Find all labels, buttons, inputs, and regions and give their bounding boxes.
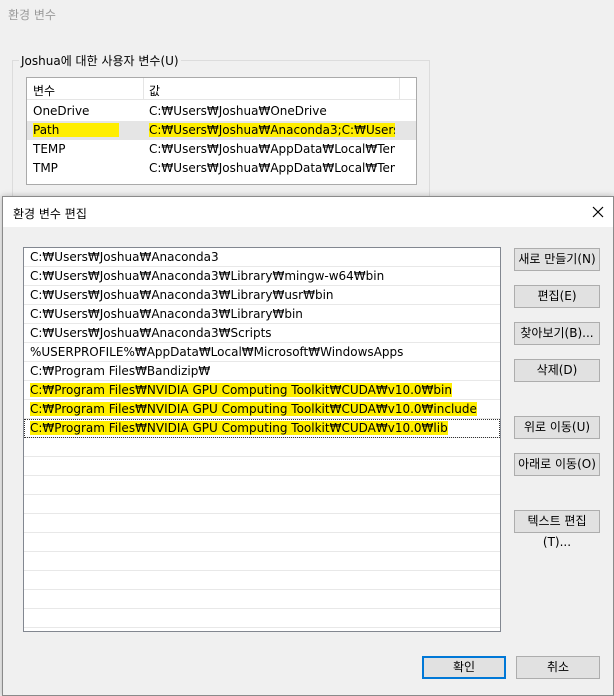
variable-value: C:₩Users₩Joshua₩OneDrive [149,104,327,118]
path-list[interactable]: C:₩Users₩Joshua₩Anaconda3 C:₩Users₩Joshu… [23,247,501,632]
empty-row[interactable] [24,590,500,609]
empty-row[interactable] [24,457,500,476]
variable-name: TMP [33,161,58,175]
path-entry-text: C:₩Users₩Joshua₩Anaconda3₩Library₩bin [30,307,303,321]
dialog-titlebar[interactable]: 환경 변수 편집 [3,197,613,227]
variable-row-temp[interactable]: TEMP C:₩Users₩Joshua₩AppData₩Local₩Temp [27,140,416,159]
variable-name: Path [33,123,120,137]
empty-row[interactable] [24,609,500,628]
path-entry-text: C:₩Program Files₩NVIDIA GPU Computing To… [30,383,452,397]
delete-button[interactable]: 삭제(D) [514,359,600,382]
user-variables-list[interactable]: 변수 값 OneDrive C:₩Users₩Joshua₩OneDrive P… [26,77,417,185]
edit-text-button[interactable]: 텍스트 편집(T)... [514,510,600,549]
path-entry-text: C:₩Users₩Joshua₩Anaconda3₩Scripts [30,326,272,340]
path-entry-text: C:₩Program Files₩Bandizip₩ [30,364,211,378]
variable-name: TEMP [33,142,66,156]
empty-row[interactable] [24,495,500,514]
edit-environment-variable-dialog: 환경 변수 편집 C:₩Users₩Joshua₩Anaconda3 C:₩Us… [2,196,614,696]
list-item[interactable]: C:₩Program Files₩Bandizip₩ [24,362,500,381]
path-entry-text: C:₩Program Files₩NVIDIA GPU Computing To… [30,402,477,416]
column-divider[interactable] [399,78,400,100]
variable-row-tmp[interactable]: TMP C:₩Users₩Joshua₩AppData₩Local₩Temp [27,159,416,178]
list-item[interactable]: C:₩Users₩Joshua₩Anaconda3₩Scripts [24,324,500,343]
close-icon[interactable] [583,197,613,227]
dialog-title: 환경 변수 편집 [13,207,87,221]
ok-button[interactable]: 확인 [422,656,506,679]
variable-value: C:₩Users₩Joshua₩Anaconda3;C:₩Users₩Jo... [149,123,395,137]
variable-value: C:₩Users₩Joshua₩AppData₩Local₩Temp [149,142,395,156]
move-down-button[interactable]: 아래로 이동(O) [514,453,600,476]
list-item[interactable]: C:₩Users₩Joshua₩Anaconda3₩Library₩mingw-… [24,267,500,286]
list-item[interactable]: C:₩Program Files₩NVIDIA GPU Computing To… [24,400,500,419]
column-header-value[interactable]: 값 [149,82,160,99]
list-item[interactable]: C:₩Users₩Joshua₩Anaconda3₩Library₩bin [24,305,500,324]
list-item[interactable]: C:₩Program Files₩NVIDIA GPU Computing To… [24,381,500,400]
path-entry-text: C:₩Users₩Joshua₩Anaconda3 [30,250,219,264]
variable-row-onedrive[interactable]: OneDrive C:₩Users₩Joshua₩OneDrive [27,102,416,121]
variable-name: OneDrive [33,104,90,118]
path-entry-text: C:₩Users₩Joshua₩Anaconda3₩Library₩mingw-… [30,269,385,283]
user-variables-group-label: Joshua에 대한 사용자 변수(U) [19,52,181,69]
column-header-variable[interactable]: 변수 [33,82,55,99]
variable-row-path[interactable]: Path C:₩Users₩Joshua₩Anaconda3;C:₩Users₩… [27,121,416,140]
window-title: 환경 변수 [8,8,56,22]
variable-value: C:₩Users₩Joshua₩AppData₩Local₩Temp [149,161,395,175]
list-item[interactable]: C:₩Program Files₩NVIDIA GPU Computing To… [24,419,500,438]
list-item[interactable]: C:₩Users₩Joshua₩Anaconda3 [24,248,500,267]
new-button[interactable]: 새로 만들기(N) [514,248,600,271]
empty-row[interactable] [24,571,500,590]
empty-row[interactable] [24,533,500,552]
empty-row[interactable] [24,552,500,571]
list-item[interactable]: C:₩Users₩Joshua₩Anaconda3₩Library₩usr₩bi… [24,286,500,305]
list-item[interactable]: %USERPROFILE%₩AppData₩Local₩Microsoft₩Wi… [24,343,500,362]
list-header: 변수 값 [27,78,416,100]
path-entry-text: %USERPROFILE%₩AppData₩Local₩Microsoft₩Wi… [30,345,404,359]
move-up-button[interactable]: 위로 이동(U) [514,416,600,439]
path-entry-text: C:₩Users₩Joshua₩Anaconda3₩Library₩usr₩bi… [30,288,334,302]
cancel-button[interactable]: 취소 [516,656,600,679]
empty-row[interactable] [24,438,500,457]
empty-row[interactable] [24,476,500,495]
edit-button[interactable]: 편집(E) [514,285,600,308]
path-entry-text: C:₩Program Files₩NVIDIA GPU Computing To… [30,421,448,435]
empty-row[interactable] [24,514,500,533]
column-divider[interactable] [143,78,144,100]
browse-button[interactable]: 찾아보기(B)... [514,322,600,345]
